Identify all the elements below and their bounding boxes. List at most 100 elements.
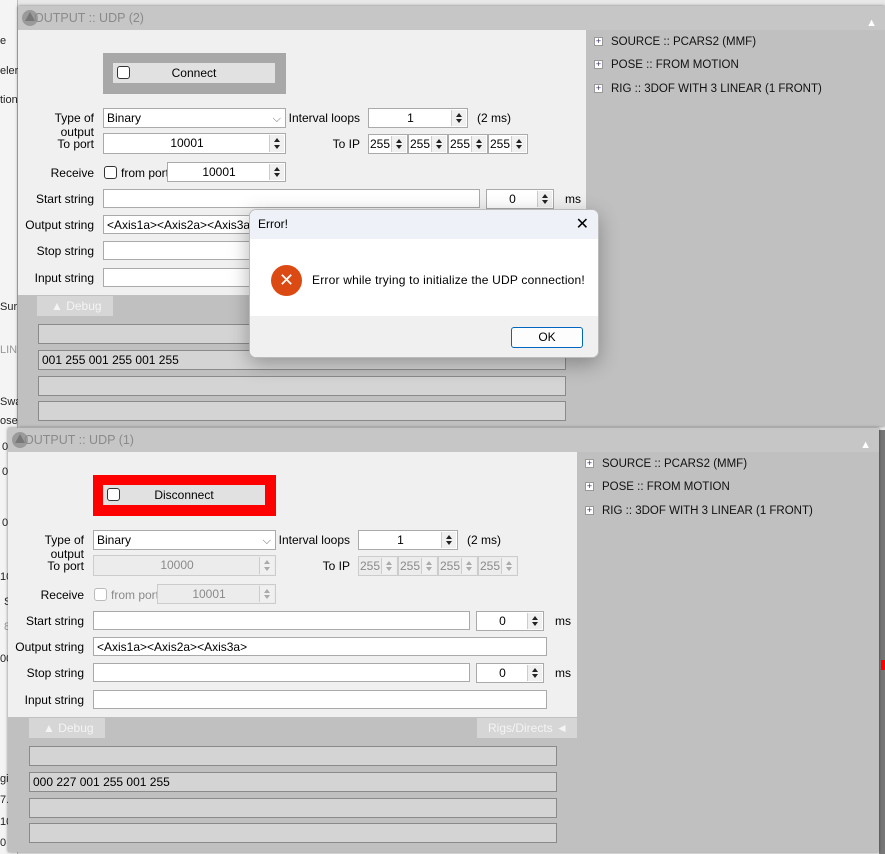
connect-frame: Connect	[103, 53, 286, 94]
bg-fragment: Swa	[0, 396, 18, 408]
stop-string-label: Stop string	[36, 244, 94, 258]
dialog-title-bar[interactable]: Error! ✕	[250, 210, 598, 239]
receive-checkbox[interactable]	[94, 588, 107, 601]
to-ip-label: To IP	[322, 559, 350, 573]
start-string-input[interactable]	[93, 611, 470, 630]
tree-item-pose[interactable]: + POSE :: FROM MOTION	[585, 481, 730, 493]
tree-item-pose[interactable]: + POSE :: FROM MOTION	[594, 59, 739, 71]
background-red-marker	[881, 660, 885, 670]
spinner-arrows-icon[interactable]	[441, 532, 456, 548]
interval-loops-label: Interval loops	[278, 533, 350, 547]
interval-ms-text: (2 ms)	[467, 533, 501, 547]
spinner-arrows-icon[interactable]	[527, 665, 542, 681]
expand-plus-icon[interactable]: +	[585, 459, 594, 469]
expand-plus-icon[interactable]: +	[585, 482, 594, 492]
tree-item-label: POSE :: FROM MOTION	[611, 59, 739, 71]
ip-octet-4[interactable]: 255	[488, 134, 528, 154]
receive-label: Receive	[50, 166, 94, 180]
from-port-value: 10001	[192, 587, 226, 601]
spinner-arrows-icon[interactable]	[391, 136, 406, 152]
close-icon[interactable]: ✕	[576, 210, 589, 239]
stop-string-input[interactable]	[93, 663, 470, 682]
connect-button[interactable]: Connect	[113, 63, 275, 83]
ip-octet-1[interactable]: 255	[358, 556, 398, 576]
stop-ms-spinner[interactable]: 0	[476, 663, 544, 683]
spinner-arrows-icon[interactable]	[269, 135, 284, 152]
expand-plus-icon[interactable]: +	[594, 60, 603, 70]
interval-loops-value: 1	[407, 111, 414, 125]
bg-fragment: LINE	[0, 344, 18, 356]
ip-octet-2[interactable]: 255	[408, 134, 448, 154]
spinner-arrows-icon[interactable]	[471, 136, 486, 152]
ip-octet-3[interactable]: 255	[448, 134, 488, 154]
tree-item-source[interactable]: + SOURCE :: PCARS2 (MMF)	[594, 36, 756, 48]
expand-plus-icon[interactable]: +	[594, 37, 603, 47]
rigs-directs-tab[interactable]: Rigs/Directs ◄	[477, 718, 577, 738]
connect-checkbox[interactable]	[117, 66, 130, 79]
ip-octet-2[interactable]: 255	[398, 556, 438, 576]
debug-row	[29, 823, 557, 843]
spinner-arrows-icon[interactable]	[431, 136, 446, 152]
interval-loops-label: Interval loops	[288, 111, 360, 125]
start-ms-spinner[interactable]: 0	[476, 611, 544, 631]
ip-octet-value: 255	[400, 559, 421, 573]
spinner-arrows-icon[interactable]	[259, 586, 274, 602]
spinner-arrows-icon[interactable]	[537, 191, 552, 207]
expand-plus-icon[interactable]: +	[594, 84, 603, 94]
tree-item-label: SOURCE :: PCARS2 (MMF)	[611, 36, 757, 48]
debug-tab[interactable]: ▲ Debug	[29, 718, 105, 738]
ms-label: ms	[565, 192, 581, 206]
spinner-arrows-icon[interactable]	[269, 164, 284, 180]
spinner-arrows-icon[interactable]	[259, 557, 274, 574]
window-title-bar[interactable]: OUTPUT :: UDP (1) ▲	[8, 428, 879, 452]
spinner-arrows-icon[interactable]	[511, 136, 526, 152]
to-port-spinner[interactable]: 10000	[93, 555, 276, 576]
input-string-input[interactable]	[93, 690, 547, 709]
from-port-label: from port	[121, 166, 170, 180]
spinner-arrows-icon[interactable]	[527, 613, 542, 629]
connect-checkbox[interactable]	[107, 488, 120, 501]
ip-octet-3[interactable]: 255	[438, 556, 478, 576]
ip-octet-1[interactable]: 255	[368, 134, 408, 154]
bg-fragment: elera	[0, 65, 18, 77]
error-dialog: Error! ✕ ✕ Error while trying to initial…	[249, 209, 599, 358]
output-string-value: <Axis1a><Axis2a><Axis3a>	[107, 218, 258, 232]
type-of-output-value: Binary	[107, 111, 142, 125]
stop-ms-value: 0	[499, 666, 506, 680]
window-title-bar[interactable]: OUTPUT :: UDP (2) ▲	[18, 6, 885, 30]
spinner-arrows-icon[interactable]	[501, 558, 516, 574]
debug-tab[interactable]: ▲ Debug	[37, 296, 113, 316]
start-string-label: Start string	[35, 192, 94, 206]
spinner-arrows-icon[interactable]	[421, 558, 436, 574]
error-message: Error while trying to initialize the UDP…	[312, 273, 585, 287]
udp-output-window-1: OUTPUT :: UDP (1) ▲ Disconnect Type of o…	[8, 428, 879, 852]
interval-loops-spinner[interactable]: 1	[368, 108, 468, 128]
type-of-output-select[interactable]: Binary ⌵	[103, 108, 286, 128]
spinner-arrows-icon[interactable]	[451, 110, 466, 126]
output-string-input[interactable]: <Axis1a><Axis2a><Axis3a>	[93, 637, 547, 656]
from-port-spinner[interactable]: 10001	[167, 162, 286, 182]
debug-row	[29, 798, 557, 818]
tree-item-rig[interactable]: + RIG :: 3DOF WITH 3 LINEAR (1 FRONT)	[594, 83, 822, 95]
interval-loops-spinner[interactable]: 1	[358, 530, 458, 550]
module-tree-panel: + SOURCE :: PCARS2 (MMF) + POSE :: FROM MO…	[577, 452, 879, 852]
spinner-arrows-icon[interactable]	[381, 558, 396, 574]
type-of-output-value: Binary	[97, 533, 132, 547]
ip-octet-4[interactable]: 255	[478, 556, 518, 576]
tree-item-source[interactable]: + SOURCE :: PCARS2 (MMF)	[585, 458, 747, 470]
expand-plus-icon[interactable]: +	[585, 506, 594, 516]
bg-fragment	[0, 34, 18, 48]
start-ms-spinner[interactable]: 0	[486, 189, 554, 209]
tree-item-rig[interactable]: + RIG :: 3DOF WITH 3 LINEAR (1 FRONT)	[585, 505, 813, 517]
from-port-spinner[interactable]: 10001	[157, 584, 276, 604]
ms-label: ms	[555, 666, 571, 680]
bg-fragment: ose!	[0, 415, 18, 427]
to-port-spinner[interactable]: 10001	[103, 133, 286, 154]
disconnect-button[interactable]: Disconnect	[103, 485, 265, 505]
ok-button[interactable]: OK	[511, 327, 583, 348]
spinner-arrows-icon[interactable]	[461, 558, 476, 574]
start-string-input[interactable]	[103, 189, 480, 208]
receive-checkbox[interactable]	[104, 166, 117, 179]
from-port-label: from port	[111, 588, 160, 602]
type-of-output-select[interactable]: Binary ⌵	[93, 530, 276, 550]
